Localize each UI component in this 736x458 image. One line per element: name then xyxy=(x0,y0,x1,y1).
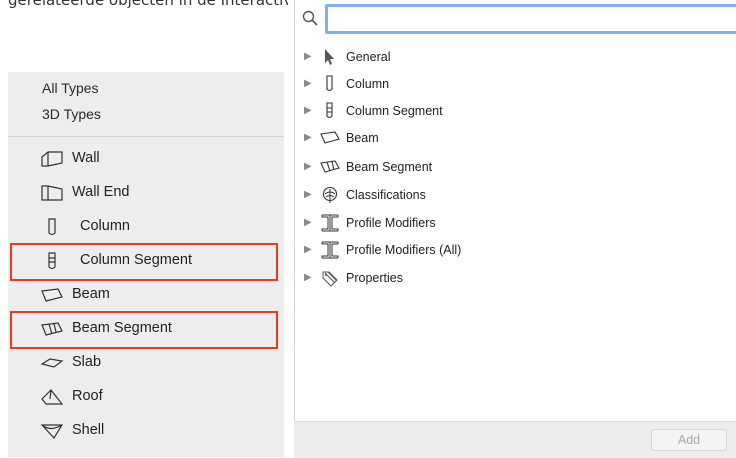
tree-item-label: Column Segment xyxy=(346,104,443,118)
type-item-label: Slab xyxy=(72,354,102,370)
tree-item-properties[interactable]: ▶ Properties xyxy=(304,268,724,290)
list-divider xyxy=(8,136,284,137)
highlight-box-column-segment xyxy=(10,243,278,281)
tree-item-general[interactable]: ▶ General xyxy=(304,47,724,69)
type-item-roof[interactable]: Roof xyxy=(8,380,284,414)
type-item-wall[interactable]: Wall xyxy=(8,142,284,176)
tree-item-label: Beam Segment xyxy=(346,160,433,174)
tree-item-profile-modifiers[interactable]: ▶ Profile Modifiers xyxy=(304,213,724,235)
disclosure-triangle-icon[interactable]: ▶ xyxy=(304,105,312,116)
type-item-wall-end[interactable]: Wall End xyxy=(8,176,284,210)
column-icon xyxy=(320,75,340,93)
classification-icon xyxy=(320,186,340,204)
profile-i-beam-icon xyxy=(320,214,340,232)
type-item-shell[interactable]: Shell xyxy=(8,414,284,448)
tree-item-label: General xyxy=(346,50,391,64)
disclosure-triangle-icon[interactable]: ▶ xyxy=(304,161,312,172)
disclosure-triangle-icon[interactable]: ▶ xyxy=(304,132,312,143)
beam-icon xyxy=(320,129,340,147)
type-item-label: Roof xyxy=(72,388,103,404)
disclosure-triangle-icon[interactable]: ▶ xyxy=(304,217,312,228)
column-icon xyxy=(40,217,64,237)
tree-item-label: Profile Modifiers xyxy=(346,216,436,230)
roof-icon xyxy=(40,387,64,407)
search-icon xyxy=(302,10,318,26)
highlight-box-beam-segment xyxy=(10,311,278,349)
search-input[interactable] xyxy=(325,4,736,34)
beam-icon xyxy=(40,285,64,305)
disclosure-triangle-icon[interactable]: ▶ xyxy=(304,272,312,283)
tree-item-label: Column xyxy=(346,77,390,91)
disclosure-triangle-icon[interactable]: ▶ xyxy=(304,189,312,200)
type-item-label: Wall End xyxy=(72,184,130,200)
tree-item-beam[interactable]: ▶ Beam xyxy=(304,128,724,150)
type-item-slab[interactable]: Slab xyxy=(8,346,284,380)
element-type-list: All Types 3D Types Wall Wall End Column … xyxy=(8,72,284,457)
group-all-types[interactable]: All Types xyxy=(42,80,99,96)
shell-icon xyxy=(40,421,64,441)
tree-item-label: Beam xyxy=(346,131,379,145)
disclosure-triangle-icon[interactable]: ▶ xyxy=(304,78,312,89)
caption-text: gerelateerde objecten in de Interactive … xyxy=(8,0,288,9)
beam-segment-icon xyxy=(320,158,340,176)
slab-icon xyxy=(40,353,64,373)
wall-end-icon xyxy=(40,183,64,203)
column-segment-icon xyxy=(320,102,340,120)
add-button[interactable]: Add xyxy=(651,429,727,451)
tree-item-column[interactable]: ▶ Column xyxy=(304,74,724,96)
type-item-label: Column xyxy=(80,218,130,234)
disclosure-triangle-icon[interactable]: ▶ xyxy=(304,51,312,62)
wall-icon xyxy=(40,149,64,169)
type-item-column[interactable]: Column xyxy=(8,210,284,244)
cursor-arrow-icon xyxy=(320,48,340,66)
disclosure-triangle-icon[interactable]: ▶ xyxy=(304,244,312,255)
group-3d-types[interactable]: 3D Types xyxy=(42,106,101,122)
tree-item-label: Profile Modifiers (All) xyxy=(346,243,462,257)
type-item-label: Wall xyxy=(72,150,100,166)
tree-item-column-segment[interactable]: ▶ Column Segment xyxy=(304,101,724,123)
tree-item-classifications[interactable]: ▶ Classifications xyxy=(304,185,724,207)
profile-i-beam-icon xyxy=(320,241,340,259)
tree-item-beam-segment[interactable]: ▶ Beam Segment xyxy=(304,157,724,179)
tree-item-label: Classifications xyxy=(346,188,426,202)
type-item-label: Beam xyxy=(72,286,110,302)
type-item-beam[interactable]: Beam xyxy=(8,278,284,312)
tree-item-profile-modifiers-all[interactable]: ▶ Profile Modifiers (All) xyxy=(304,240,724,262)
tag-icon xyxy=(320,269,340,287)
tree-item-label: Properties xyxy=(346,271,403,285)
type-item-label: Shell xyxy=(72,422,105,438)
